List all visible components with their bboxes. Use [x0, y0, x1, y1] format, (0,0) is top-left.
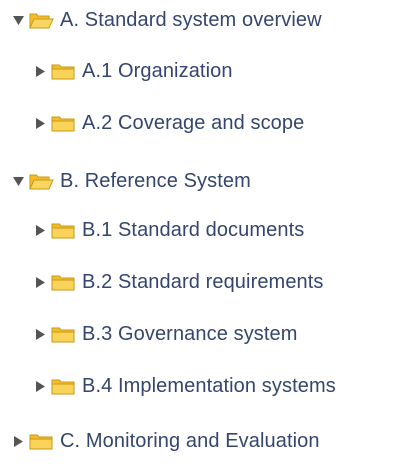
- folder-open-icon: [29, 171, 54, 191]
- triangle-right-icon[interactable]: [12, 435, 25, 448]
- tree-node-label: C. Monitoring and Evaluation: [60, 430, 320, 452]
- tree-node-b1-standard-documents[interactable]: B.1 Standard documents: [34, 215, 304, 245]
- triangle-right-icon[interactable]: [34, 65, 47, 78]
- tree-node-label: B.3 Governance system: [82, 323, 298, 345]
- tree-node-label: B.2 Standard requirements: [82, 271, 324, 293]
- tree-node-b-reference-system[interactable]: B. Reference System: [12, 166, 251, 196]
- tree-node-b3-governance-system[interactable]: B.3 Governance system: [34, 319, 298, 349]
- triangle-right-icon[interactable]: [34, 276, 47, 289]
- tree-node-label: B. Reference System: [60, 170, 251, 192]
- folder-closed-icon: [51, 220, 76, 240]
- folder-tree: A. Standard system overview A.1 Organiza…: [0, 0, 414, 464]
- tree-node-a1-organization[interactable]: A.1 Organization: [34, 56, 233, 86]
- folder-closed-icon: [51, 61, 76, 81]
- folder-open-icon: [29, 10, 54, 30]
- folder-closed-icon: [51, 272, 76, 292]
- folder-closed-icon: [51, 324, 76, 344]
- tree-node-c-monitoring-and-evaluation[interactable]: C. Monitoring and Evaluation: [12, 426, 320, 456]
- triangle-right-icon[interactable]: [34, 224, 47, 237]
- tree-node-label: A.1 Organization: [82, 60, 233, 82]
- tree-node-label: B.4 Implementation systems: [82, 375, 336, 397]
- triangle-right-icon[interactable]: [34, 380, 47, 393]
- tree-node-a2-coverage-and-scope[interactable]: A.2 Coverage and scope: [34, 108, 304, 138]
- tree-node-label: A.2 Coverage and scope: [82, 112, 305, 134]
- tree-node-b4-implementation-systems[interactable]: B.4 Implementation systems: [34, 371, 336, 401]
- tree-node-label: B.1 Standard documents: [82, 219, 305, 241]
- triangle-down-icon[interactable]: [12, 175, 25, 188]
- folder-closed-icon: [51, 376, 76, 396]
- triangle-right-icon[interactable]: [34, 117, 47, 130]
- tree-node-a-standard-system-overview[interactable]: A. Standard system overview: [12, 5, 322, 35]
- folder-closed-icon: [29, 431, 54, 451]
- triangle-right-icon[interactable]: [34, 328, 47, 341]
- folder-closed-icon: [51, 113, 76, 133]
- tree-node-b2-standard-requirements[interactable]: B.2 Standard requirements: [34, 267, 324, 297]
- tree-node-label: A. Standard system overview: [60, 9, 322, 31]
- triangle-down-icon[interactable]: [12, 14, 25, 27]
